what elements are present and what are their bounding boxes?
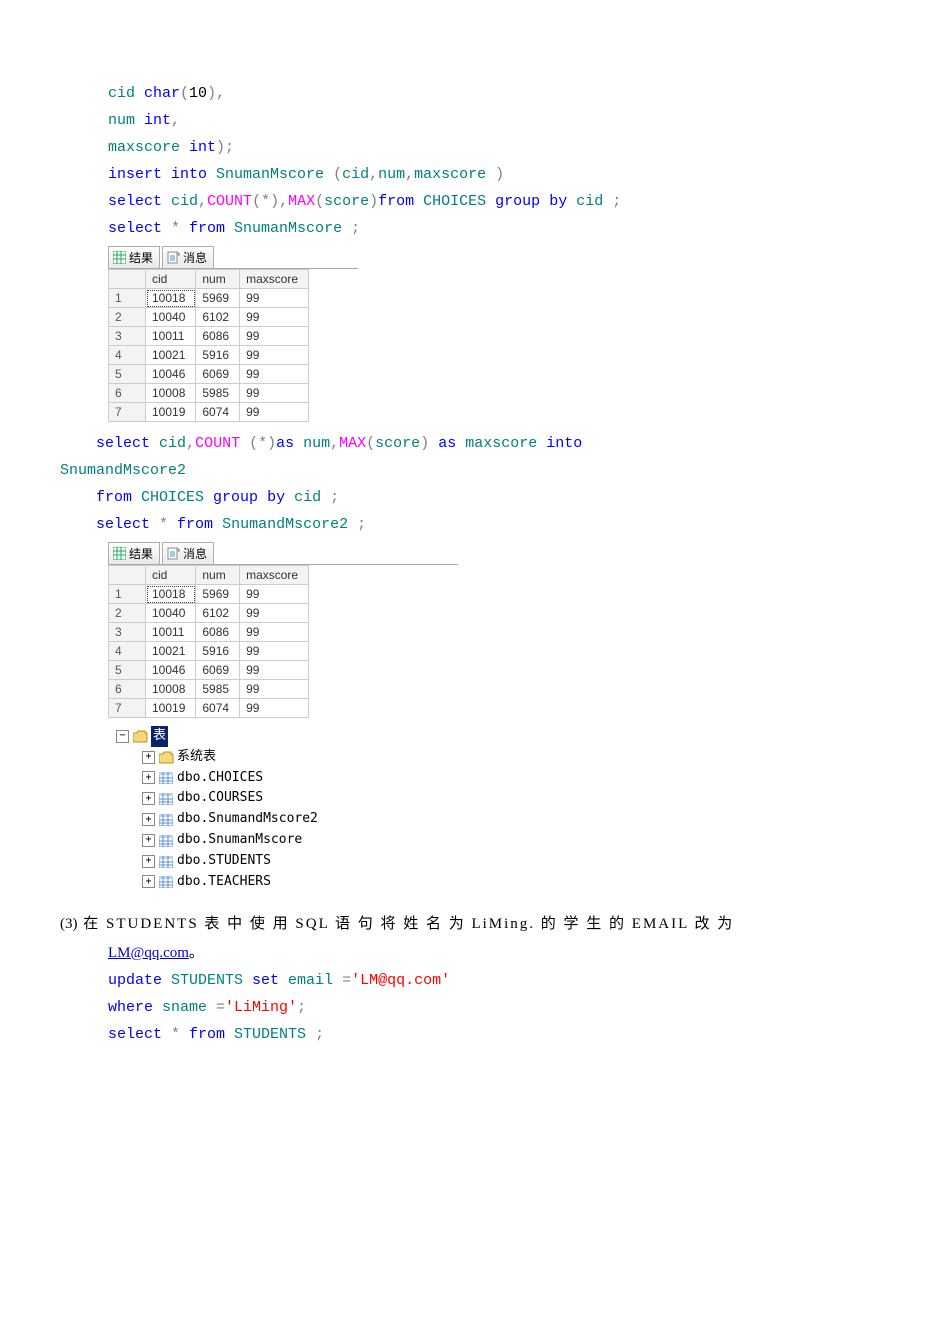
collapse-icon[interactable]: − [116, 730, 129, 743]
tab-messages[interactable]: 消息 [162, 542, 214, 564]
table-row[interactable]: 610008598599 [109, 384, 309, 403]
table-row[interactable]: 410021591699 [109, 642, 309, 661]
grid-icon [113, 547, 126, 560]
tab-messages[interactable]: 消息 [162, 246, 214, 268]
document-icon [167, 251, 180, 264]
result-grid-1: 结果 消息 cid num maxscore 11001859699921004… [108, 246, 358, 422]
document-icon [167, 547, 180, 560]
table-row[interactable]: 310011608699 [109, 327, 309, 346]
folder-open-icon [133, 730, 147, 743]
object-explorer-tree: − 表 + 系统表 + dbo.CHOICES + [116, 726, 890, 892]
result-grid-2: 结果 消息 cid num maxscore 11001859699921004… [108, 542, 458, 718]
data-grid[interactable]: cid num maxscore 11001859699921004061029… [108, 565, 309, 718]
expand-icon[interactable]: + [142, 771, 155, 784]
tree-node-tables[interactable]: − 表 [116, 726, 890, 747]
code-block-1: cid char(10), num int, maxscore int); in… [108, 80, 890, 242]
table-row[interactable]: 110018596999 [109, 585, 309, 604]
tree-node-table[interactable]: + dbo.CHOICES [116, 768, 890, 789]
expand-icon[interactable]: + [142, 875, 155, 888]
tab-label: 结果 [129, 249, 153, 266]
expand-icon[interactable]: + [142, 751, 155, 764]
table-row[interactable]: 210040610299 [109, 604, 309, 623]
expand-icon[interactable]: + [142, 813, 155, 826]
table-icon [159, 813, 173, 826]
table-icon [159, 834, 173, 847]
table-icon [159, 771, 173, 784]
tab-label: 消息 [183, 249, 207, 266]
code-block-2: select cid,COUNT (*)as num,MAX(score) as… [60, 430, 890, 538]
table-row[interactable]: 410021591699 [109, 346, 309, 365]
table-row[interactable]: 110018596999 [109, 289, 309, 308]
table-row[interactable]: 710019607499 [109, 699, 309, 718]
email-link[interactable]: LM@qq.com [108, 945, 189, 961]
table-row[interactable]: 310011608699 [109, 623, 309, 642]
table-icon [159, 792, 173, 805]
tree-node-table[interactable]: + dbo.COURSES [116, 788, 890, 809]
tree-node-system-tables[interactable]: + 系统表 [116, 747, 890, 768]
tree-node-table[interactable]: + dbo.SnumanMscore [116, 830, 890, 851]
table-row[interactable]: 610008598599 [109, 680, 309, 699]
table-row[interactable]: 510046606999 [109, 365, 309, 384]
tree-node-table[interactable]: + dbo.SnumandMscore2 [116, 809, 890, 830]
table-icon [159, 875, 173, 888]
expand-icon[interactable]: + [142, 834, 155, 847]
tab-label: 消息 [183, 545, 207, 562]
table-row[interactable]: 510046606999 [109, 661, 309, 680]
table-icon [159, 855, 173, 868]
data-grid[interactable]: cid num maxscore 11001859699921004061029… [108, 269, 309, 422]
tab-label: 结果 [129, 545, 153, 562]
tab-results[interactable]: 结果 [108, 542, 160, 564]
expand-icon[interactable]: + [142, 855, 155, 868]
table-row[interactable]: 210040610299 [109, 308, 309, 327]
expand-icon[interactable]: + [142, 792, 155, 805]
question-3: (3) 在 STUDENTS 表 中 使 用 SQL 语 句 将 姓 名 为 L… [60, 910, 890, 939]
grid-icon [113, 251, 126, 264]
tab-results[interactable]: 结果 [108, 246, 160, 268]
code-block-3: update STUDENTS set email ='LM@qq.com' w… [108, 967, 890, 1048]
folder-icon [159, 751, 173, 764]
tree-node-table[interactable]: + dbo.STUDENTS [116, 851, 890, 872]
tree-node-table[interactable]: + dbo.TEACHERS [116, 872, 890, 893]
table-row[interactable]: 710019607499 [109, 403, 309, 422]
